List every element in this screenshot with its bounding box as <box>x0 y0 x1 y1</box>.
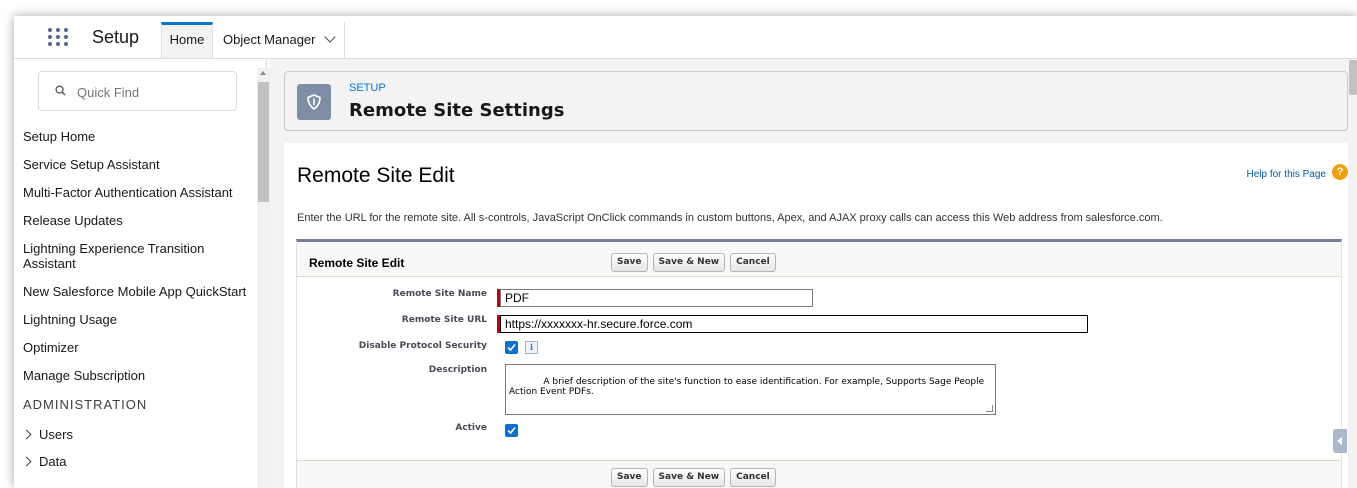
sidebar-nav: Setup Home Service Setup Assistant Multi… <box>14 129 259 481</box>
intro-text: Enter the URL for the remote site. All s… <box>297 212 1163 224</box>
disable-protocol-security-label: Disable Protocol Security <box>358 341 487 351</box>
sidebar-item-label: Data <box>39 454 67 469</box>
sidebar-item-mobile-quickstart[interactable]: New Salesforce Mobile App QuickStart <box>14 284 259 299</box>
chevron-right-icon <box>21 456 32 467</box>
tab-object-manager[interactable]: Object Manager <box>223 22 345 58</box>
active-label: Active <box>455 423 487 433</box>
app-launcher-icon[interactable] <box>48 28 70 48</box>
save-button[interactable]: Save <box>611 253 648 272</box>
quick-find-box[interactable] <box>38 71 237 111</box>
active-checkbox[interactable] <box>505 424 518 437</box>
chevron-right-icon <box>21 429 32 440</box>
sidebar-scrollbar-thumb[interactable] <box>258 82 269 202</box>
global-header: Setup Home Object Manager <box>14 16 1357 59</box>
main-content: SETUP Remote Site Settings Remote Site E… <box>270 59 1357 488</box>
save-and-new-button[interactable]: Save & New <box>652 468 726 487</box>
edit-block: Remote Site Edit Save Save & New Cancel … <box>296 239 1347 488</box>
sidebar-item-optimizer[interactable]: Optimizer <box>14 340 259 355</box>
sidebar-section-administration: ADMINISTRATION <box>23 397 148 412</box>
form-body: Remote Site Name PDF Remote Site URL htt… <box>297 276 1341 461</box>
chevron-down-icon[interactable] <box>323 31 336 43</box>
quick-find-input[interactable] <box>75 81 229 103</box>
setup-shield-icon <box>297 84 331 120</box>
page-header-eyebrow[interactable]: SETUP <box>349 82 386 94</box>
salesforce-window: Setup Home Object Manager Setup Home Ser… <box>14 16 1357 488</box>
sidebar-item-release-updates[interactable]: Release Updates <box>14 213 259 228</box>
sidebar-item-lightning-transition-assistant[interactable]: Lightning Experience Transition Assistan… <box>14 241 223 271</box>
bottom-button-row: Save Save & New Cancel <box>611 468 776 487</box>
sidebar-item-label: Users <box>39 427 73 442</box>
remote-site-name-label: Remote Site Name <box>392 289 487 299</box>
resize-handle-icon[interactable] <box>986 405 993 412</box>
panel-title: Remote Site Edit <box>297 164 455 187</box>
remote-site-name-field[interactable]: PDF <box>500 289 813 307</box>
description-label: Description <box>428 365 487 375</box>
description-text: A brief description of the site's functi… <box>509 377 985 397</box>
info-icon[interactable]: i <box>525 341 538 354</box>
sidebar-item-users[interactable]: Users <box>14 427 259 442</box>
save-and-new-button[interactable]: Save & New <box>652 253 726 272</box>
description-textarea[interactable]: A brief description of the site's functi… <box>505 364 996 415</box>
sidebar-item-mfa-assistant[interactable]: Multi-Factor Authentication Assistant <box>14 185 259 200</box>
help-for-page-link[interactable]: Help for this Page <box>1247 169 1327 180</box>
cancel-button[interactable]: Cancel <box>730 468 776 487</box>
remote-site-url-label: Remote Site URL <box>401 315 487 325</box>
checkbox-check-icon <box>507 426 516 435</box>
help-icon[interactable]: ? <box>1332 164 1348 180</box>
scroll-up-icon[interactable] <box>260 71 266 75</box>
sidebar-item-setup-home[interactable]: Setup Home <box>14 129 259 144</box>
disable-protocol-security-checkbox[interactable] <box>505 341 518 354</box>
page-header: SETUP Remote Site Settings <box>284 71 1348 131</box>
top-button-row: Save Save & New Cancel <box>611 253 776 272</box>
checkbox-check-icon <box>507 343 516 352</box>
setup-sidebar: Setup Home Service Setup Assistant Multi… <box>14 59 267 488</box>
tab-home[interactable]: Home <box>161 22 213 58</box>
collapse-side-panel-tab[interactable] <box>1333 429 1347 453</box>
tab-object-manager-label: Object Manager <box>223 32 316 47</box>
remote-site-panel: Remote Site Edit Help for this Page ? En… <box>284 143 1348 488</box>
content-scrollbar-thumb[interactable] <box>1349 60 1357 95</box>
sidebar-item-data[interactable]: Data <box>14 454 259 469</box>
cancel-button[interactable]: Cancel <box>730 253 776 272</box>
app-name: Setup <box>92 27 140 47</box>
sidebar-item-manage-subscription[interactable]: Manage Subscription <box>14 368 259 383</box>
page-title: Remote Site Settings <box>349 100 565 121</box>
sidebar-item-lightning-usage[interactable]: Lightning Usage <box>14 312 259 327</box>
sidebar-item-service-setup-assistant[interactable]: Service Setup Assistant <box>14 157 259 172</box>
search-icon <box>55 85 66 96</box>
sidebar-scrollbar[interactable] <box>257 68 270 488</box>
remote-site-url-field[interactable]: https://xxxxxxx-hr.secure.force.com <box>500 315 1088 333</box>
block-title: Remote Site Edit <box>309 256 405 270</box>
save-button[interactable]: Save <box>611 468 648 487</box>
